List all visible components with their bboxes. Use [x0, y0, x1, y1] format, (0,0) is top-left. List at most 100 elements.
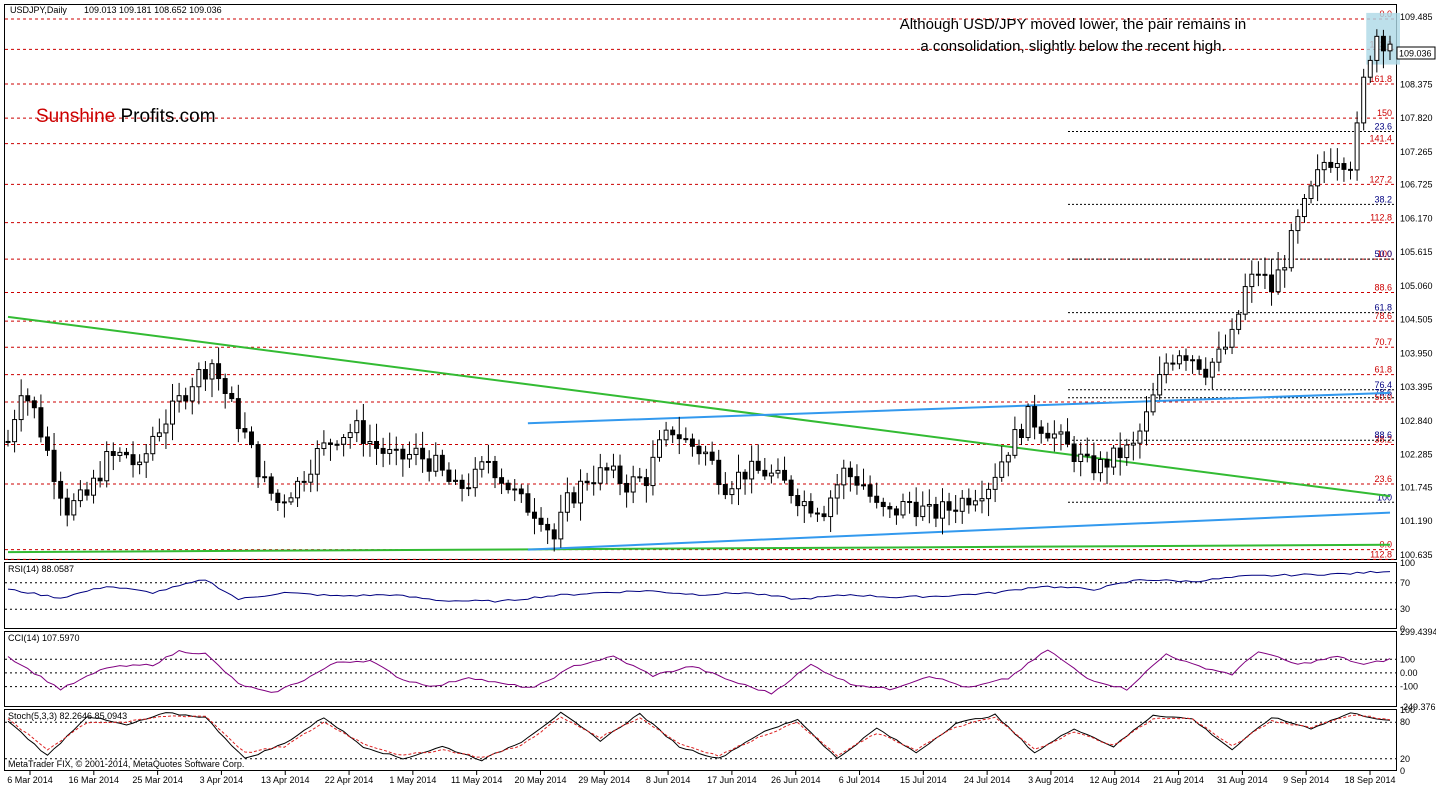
date-axis-tick: 1 May 2014: [389, 775, 436, 785]
candle-body: [183, 395, 189, 402]
fib-level-label: 112.8: [1370, 549, 1392, 559]
candle-body: [597, 467, 603, 484]
candle-body: [97, 477, 103, 482]
candle-body: [413, 447, 419, 455]
candle-body: [472, 468, 478, 489]
candle-body: [953, 509, 959, 512]
candle-body: [1150, 394, 1156, 413]
candle-body: [637, 476, 643, 479]
rsi-title: RSI(14) 88.0587: [8, 564, 74, 574]
date-axis-tick: 11 May 2014: [451, 775, 502, 785]
candle-body: [64, 497, 70, 516]
rsi-axis-tick: 100: [1400, 558, 1415, 568]
candle-body: [907, 501, 913, 504]
price-axis-tick: 104.505: [1400, 315, 1433, 325]
candle-body: [1038, 426, 1044, 434]
candle-body: [643, 477, 649, 487]
price-axis-tick: 103.395: [1400, 382, 1433, 392]
candle-body: [110, 451, 116, 456]
candle-body: [841, 467, 847, 486]
candle-body: [1176, 355, 1182, 365]
candle-body: [900, 501, 906, 516]
candle-body: [1051, 433, 1057, 439]
candle-body: [768, 472, 774, 477]
candle-body: [433, 454, 439, 472]
candle-body: [1374, 35, 1380, 61]
candle-body: [1255, 273, 1261, 276]
trendline-blue: [527, 391, 1391, 425]
candle-body: [249, 431, 254, 446]
date-axis-tick: 16 Mar 2014: [69, 775, 120, 785]
candle-body: [1288, 230, 1294, 269]
fib-level-label: 141.4: [1369, 134, 1392, 144]
trendline-green: [7, 543, 1391, 554]
candle-body: [426, 458, 432, 472]
candle-body: [209, 363, 215, 380]
price-axis-tick: 101.190: [1400, 516, 1433, 526]
fib-retracement-label: 50.0: [1374, 249, 1392, 259]
candle-body: [222, 378, 228, 394]
candle-body: [670, 429, 676, 436]
candle-body: [387, 449, 393, 454]
brand-part-1: Sunshine: [36, 106, 115, 127]
candle-body: [689, 438, 695, 447]
candle-body: [1315, 169, 1321, 187]
candle-body: [1242, 286, 1248, 315]
candle-body: [117, 451, 123, 456]
date-axis-tick: 8 Jun 2014: [646, 775, 691, 785]
candle-body: [446, 469, 452, 482]
candle-body: [1170, 362, 1176, 365]
candle-body: [459, 479, 465, 489]
candle-body: [1196, 359, 1202, 370]
candle-body: [775, 469, 781, 474]
candle-body: [1084, 453, 1090, 457]
candle-body: [77, 489, 83, 502]
fib-level-label: 88.6: [1374, 283, 1392, 293]
candle-body: [867, 484, 873, 497]
candle-body: [1025, 406, 1031, 439]
price-axis-tick: 105.060: [1400, 281, 1433, 291]
candle-body: [374, 440, 380, 449]
brand-part-2: Profits.com: [115, 106, 215, 127]
candle-body: [334, 443, 340, 446]
candle-body: [1262, 273, 1268, 276]
candle-body: [1045, 432, 1051, 439]
candle-body: [742, 471, 748, 480]
candle-body: [255, 444, 261, 478]
stoch-axis-tick: 0: [1400, 766, 1405, 776]
cci-axis-tick: 0.00: [1400, 668, 1418, 678]
candle-body: [538, 517, 544, 525]
date-axis-tick: 20 May 2014: [514, 775, 566, 785]
candle-body: [485, 460, 491, 463]
candle-body: [1209, 361, 1215, 378]
candle-body: [150, 435, 156, 455]
candle-body: [123, 451, 129, 456]
candle-body: [1341, 163, 1347, 170]
candle-body: [406, 453, 412, 460]
candle-body: [729, 488, 735, 496]
candle-body: [1229, 328, 1235, 348]
candle-body: [518, 488, 524, 495]
candle-body: [327, 442, 333, 445]
candle-body: [920, 505, 926, 518]
candle-body: [1163, 362, 1169, 376]
date-axis-tick: 13 Apr 2014: [261, 775, 310, 785]
footer-copyright: MetaTrader FIX, © 2001-2014, MetaQuotes …: [8, 759, 244, 769]
candle-body: [676, 434, 682, 440]
candle-body: [788, 479, 794, 497]
candle-body: [1216, 348, 1222, 363]
candle-body: [933, 503, 939, 519]
candle-body: [749, 460, 755, 480]
candle-body: [1361, 76, 1367, 124]
cci-axis-tick: 100: [1400, 654, 1415, 664]
candle-body: [5, 440, 11, 443]
candle-body: [18, 395, 24, 421]
candle-body: [1104, 458, 1110, 468]
price-axis-tick: 108.375: [1400, 79, 1433, 89]
candle-body: [525, 493, 531, 513]
candle-body: [703, 451, 709, 455]
trendline-blue: [527, 511, 1391, 551]
candle-body: [874, 495, 880, 503]
fib-level-label: 112.8: [1370, 213, 1392, 223]
rsi-line: [7, 570, 1391, 603]
